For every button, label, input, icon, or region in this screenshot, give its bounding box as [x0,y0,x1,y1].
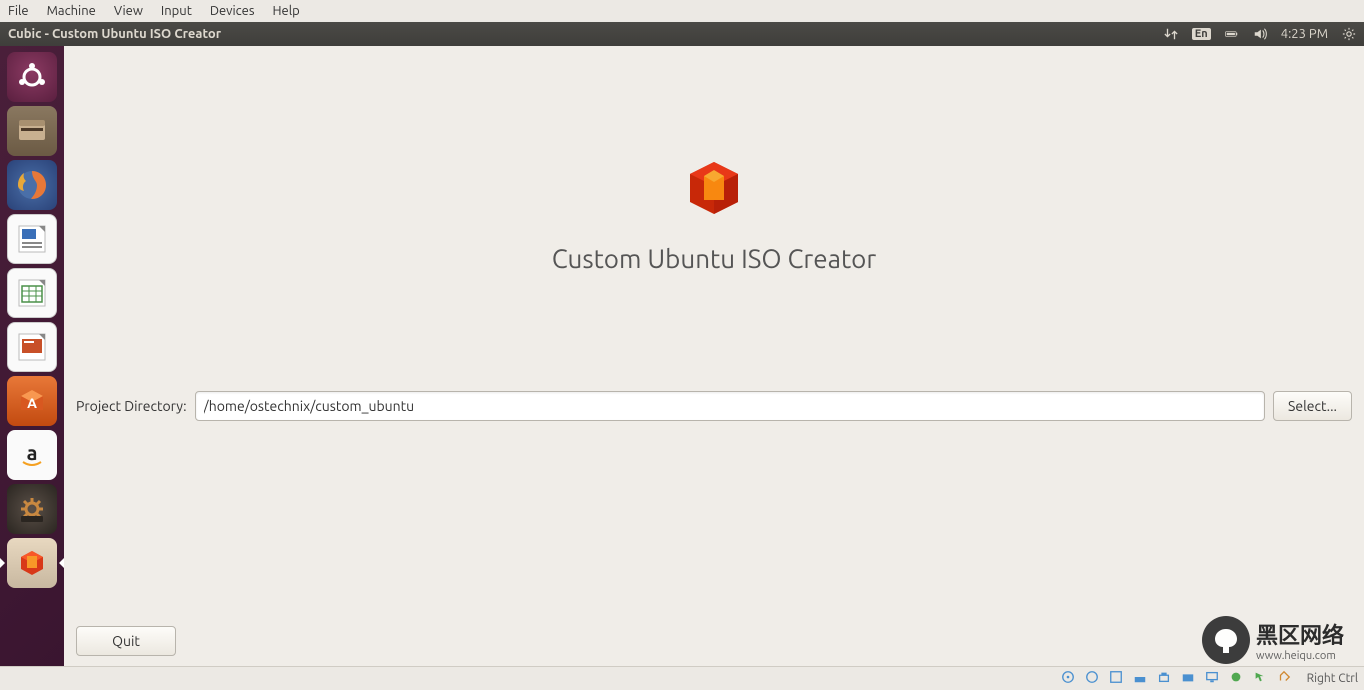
select-button[interactable]: Select... [1273,391,1352,421]
project-directory-label: Project Directory: [76,398,187,414]
watermark: 黑区网络 www.heiqu.com [1202,616,1344,664]
vbox-display-icon [1205,670,1219,687]
project-directory-row: Project Directory: Select... [76,391,1352,421]
ubuntu-top-panel: Cubic - Custom Ubuntu ISO Creator En 4:2… [0,22,1364,46]
menu-help[interactable]: Help [273,4,300,18]
quit-button[interactable]: Quit [76,626,176,656]
vbox-mouse-integration-icon [1253,670,1267,687]
keyboard-layout-icon[interactable]: En [1192,28,1211,40]
window-title: Cubic - Custom Ubuntu ISO Creator [8,27,1164,41]
vbox-usb-icon [1157,670,1171,687]
menu-file[interactable]: File [8,4,29,18]
vbox-audio-icon [1109,670,1123,687]
virtualbox-statusbar: Right Ctrl [0,666,1364,690]
app-logo-area: Custom Ubuntu ISO Creator [64,156,1364,273]
libreoffice-impress-icon[interactable] [7,322,57,372]
vbox-shared-folder-icon [1181,670,1195,687]
project-directory-input[interactable] [195,391,1266,421]
menu-view[interactable]: View [114,4,143,18]
watermark-text: 黑区网络 [1256,618,1344,650]
menu-machine[interactable]: Machine [47,4,96,18]
vbox-host-key-icon [1277,670,1291,687]
svg-text:a: a [27,441,38,464]
sound-icon[interactable] [1253,27,1267,41]
cubic-app-icon[interactable] [7,538,57,588]
libreoffice-writer-icon[interactable] [7,214,57,264]
files-icon[interactable] [7,106,57,156]
battery-icon[interactable] [1225,27,1239,41]
cubic-window: Custom Ubuntu ISO Creator Project Direct… [64,46,1364,666]
vbox-optical-icon [1085,670,1099,687]
panel-indicators: En 4:23 PM [1164,27,1356,41]
virtualbox-menubar: File Machine View Input Devices Help [0,0,1364,22]
ubuntu-dash-icon[interactable] [7,52,57,102]
amazon-icon[interactable]: a [7,430,57,480]
gear-icon[interactable] [1342,27,1356,41]
watermark-url: www.heiqu.com [1256,650,1344,662]
system-settings-icon[interactable] [7,484,57,534]
firefox-icon[interactable] [7,160,57,210]
ubuntu-software-icon[interactable]: A [7,376,57,426]
menu-input[interactable]: Input [161,4,192,18]
menu-devices[interactable]: Devices [210,4,255,18]
vbox-host-key-label: Right Ctrl [1307,672,1358,685]
vbox-network-icon [1133,670,1147,687]
clock[interactable]: 4:23 PM [1281,27,1328,41]
svg-text:A: A [27,395,37,411]
vbox-recording-icon [1229,670,1243,687]
watermark-logo-icon [1202,616,1250,664]
network-icon[interactable] [1164,27,1178,41]
unity-launcher: A a [0,46,64,666]
libreoffice-calc-icon[interactable] [7,268,57,318]
app-title: Custom Ubuntu ISO Creator [64,244,1364,273]
vbox-hdd-icon [1061,670,1075,687]
cubic-logo-icon [678,156,750,228]
